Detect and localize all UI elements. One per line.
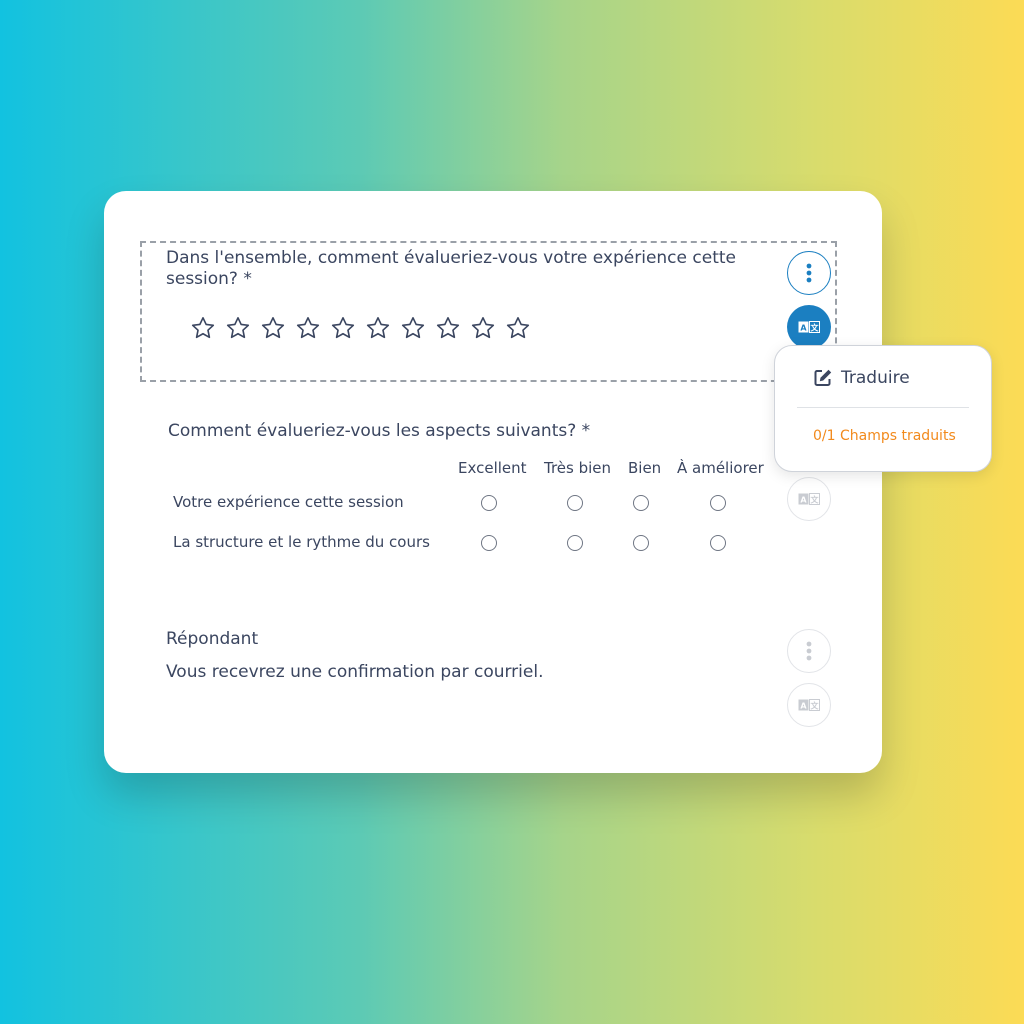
radio-row2-tres-bien[interactable] [567, 535, 583, 551]
matrix-row-label: La structure et le rythme du cours [173, 533, 430, 551]
question-3-menu-button[interactable] [787, 629, 831, 673]
column-header-a-ameliorer: À améliorer [677, 459, 764, 477]
radio-row1-excellent[interactable] [481, 495, 497, 511]
star-icon[interactable] [295, 315, 321, 341]
question-1-menu-button[interactable] [787, 251, 831, 295]
popover-divider [797, 407, 969, 408]
survey-card: Dans l'ensemble, comment évalueriez-vous… [104, 191, 882, 773]
question-3-translate-button[interactable]: A 文 [787, 683, 831, 727]
translate-menu-label: Traduire [841, 368, 910, 388]
matrix-row-label: Votre expérience cette session [173, 493, 404, 511]
star-icon[interactable] [225, 315, 251, 341]
translate-icon: A 文 [798, 699, 820, 711]
translate-icon: A 文 [798, 321, 820, 333]
star-icon[interactable] [330, 315, 356, 341]
svg-text:A: A [800, 702, 807, 711]
radio-row1-bien[interactable] [633, 495, 649, 511]
translation-status: 0/1 Champs traduits [813, 428, 956, 444]
star-icon[interactable] [365, 315, 391, 341]
question-2-translate-button[interactable]: A 文 [787, 477, 831, 521]
svg-text:文: 文 [811, 495, 820, 505]
edit-icon [814, 369, 832, 386]
svg-text:A: A [800, 496, 807, 505]
more-vertical-icon [806, 641, 812, 661]
star-icon[interactable] [400, 315, 426, 341]
column-header-tres-bien: Très bien [544, 459, 612, 477]
translate-icon: A 文 [798, 493, 820, 505]
radio-row1-tres-bien[interactable] [567, 495, 583, 511]
svg-text:文: 文 [811, 323, 820, 333]
question-1-translate-button[interactable]: A 文 [787, 305, 831, 349]
translate-menu-item[interactable]: Traduire [813, 368, 910, 388]
column-header-bien: Bien [628, 459, 662, 477]
star-icon[interactable] [505, 315, 531, 341]
question-3-description: Vous recevrez une confirmation par courr… [166, 662, 544, 682]
column-header-excellent: Excellent [458, 459, 527, 477]
radio-row2-bien[interactable] [633, 535, 649, 551]
star-rating[interactable] [190, 315, 531, 341]
star-icon[interactable] [470, 315, 496, 341]
radio-row2-a-ameliorer[interactable] [710, 535, 726, 551]
radio-row1-a-ameliorer[interactable] [710, 495, 726, 511]
star-icon[interactable] [260, 315, 286, 341]
question-3-title: Répondant [166, 629, 259, 649]
question-1-title: Dans l'ensemble, comment évalueriez-vous… [166, 248, 736, 289]
more-vertical-icon [806, 263, 812, 283]
star-icon[interactable] [190, 315, 216, 341]
svg-text:文: 文 [811, 701, 820, 711]
radio-row2-excellent[interactable] [481, 535, 497, 551]
svg-text:A: A [800, 324, 807, 333]
translate-popover: Traduire 0/1 Champs traduits [774, 345, 992, 472]
star-icon[interactable] [435, 315, 461, 341]
question-2-title: Comment évalueriez-vous les aspects suiv… [168, 421, 591, 441]
